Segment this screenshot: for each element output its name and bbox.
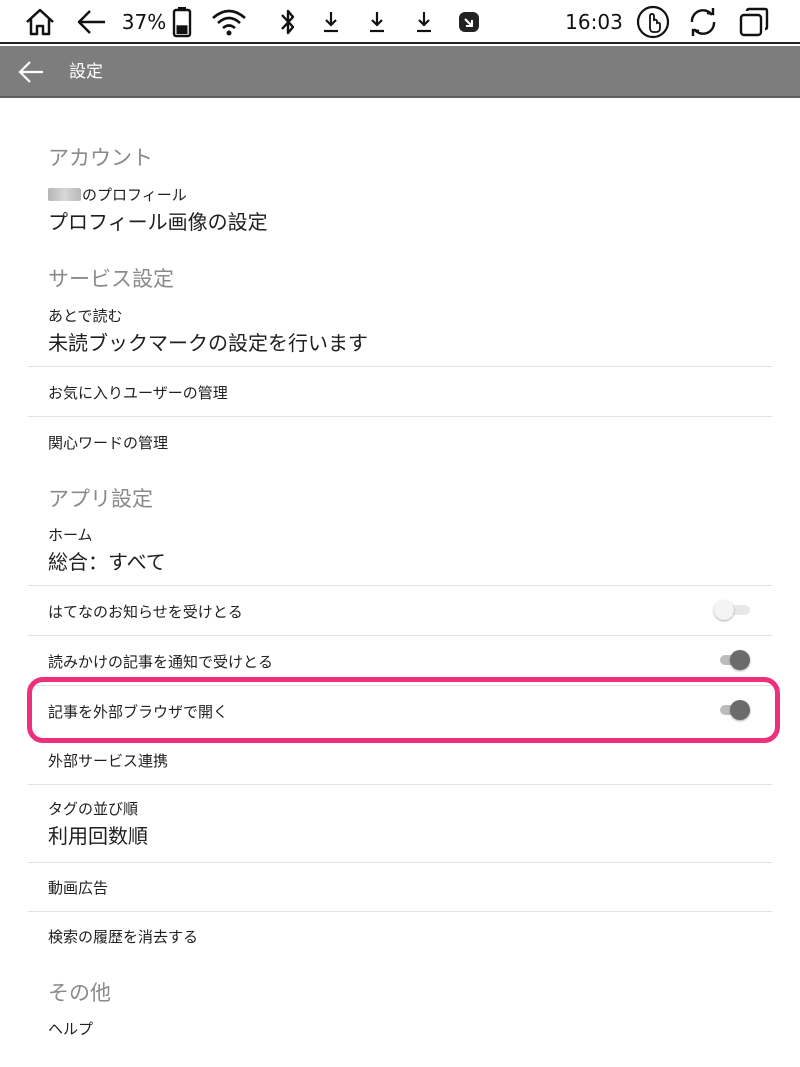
- pref-read-later-summary: 未読ブックマークの設定を行います: [48, 331, 368, 355]
- home-icon[interactable]: [20, 0, 60, 44]
- pref-interest-words-label: 関心ワードの管理: [48, 434, 169, 452]
- pref-read-later[interactable]: あとで読む 未読ブックマークの設定を行います: [0, 298, 800, 366]
- pref-clear-history[interactable]: 検索の履歴を消去する: [0, 912, 800, 962]
- switch-thumb: [730, 650, 750, 670]
- wifi-icon: [207, 0, 251, 44]
- pref-read-later-title: あとで読む: [48, 307, 123, 325]
- pref-profile-title-text: のプロフィール: [82, 186, 187, 204]
- pref-tag-order-title: タグの並び順: [48, 800, 139, 818]
- clock: 16:03: [565, 10, 623, 34]
- switch-thumb: [714, 600, 734, 620]
- app-notification-icon: [456, 0, 482, 44]
- app-bar: 設定: [0, 46, 800, 98]
- highlight-frame: [27, 677, 780, 743]
- pref-home-title: ホーム: [48, 526, 93, 544]
- status-bar: 37% 16:03: [0, 0, 800, 44]
- pref-profile[interactable]: のプロフィール プロフィール画像の設定: [0, 176, 800, 238]
- pref-reading-notify-label: 読みかけの記事を通知で受けとる: [48, 653, 274, 671]
- download-icon: [412, 0, 436, 44]
- download-icon: [319, 0, 343, 44]
- section-header-other: その他: [48, 981, 111, 1005]
- back-arrow-icon[interactable]: [72, 0, 112, 44]
- pref-hatena-notice-label: はてなのお知らせを受けとる: [48, 603, 243, 621]
- sync-icon[interactable]: [683, 0, 723, 44]
- recent-apps-icon[interactable]: [734, 0, 774, 44]
- pref-tag-order-summary: 利用回数順: [48, 824, 148, 848]
- download-icon: [365, 0, 389, 44]
- arrow-back-icon: [18, 61, 43, 83]
- pref-clear-history-label: 検索の履歴を消去する: [48, 928, 199, 946]
- pref-external-services-label: 外部サービス連携: [48, 752, 169, 770]
- pref-tag-order[interactable]: タグの並び順 利用回数順: [0, 785, 800, 862]
- bluetooth-icon: [276, 0, 300, 44]
- pref-favorite-users[interactable]: お気に入りユーザーの管理: [0, 367, 800, 416]
- section-header-service: サービス設定: [48, 267, 174, 291]
- section-header-app: アプリ設定: [48, 487, 153, 511]
- pref-video-ads[interactable]: 動画広告: [0, 863, 800, 911]
- pref-home[interactable]: ホーム 総合：すべて: [0, 517, 800, 585]
- back-button[interactable]: [10, 52, 52, 92]
- pref-profile-summary: プロフィール画像の設定: [48, 210, 268, 234]
- pref-home-summary: 総合：すべて: [48, 550, 166, 574]
- page-title: 設定: [69, 62, 103, 82]
- blurred-username: [48, 188, 81, 201]
- pref-video-ads-label: 動画広告: [48, 879, 109, 897]
- pref-external-services[interactable]: 外部サービス連携: [0, 736, 800, 784]
- pref-help[interactable]: ヘルプ: [0, 1006, 800, 1052]
- battery-icon: [169, 0, 195, 44]
- reading-notify-switch[interactable]: [720, 650, 750, 670]
- pref-help-label: ヘルプ: [48, 1020, 94, 1038]
- pref-profile-title: のプロフィール: [48, 184, 187, 205]
- touch-icon[interactable]: [633, 0, 673, 44]
- hatena-notice-switch[interactable]: [714, 600, 750, 620]
- pref-interest-words[interactable]: 関心ワードの管理: [0, 417, 800, 467]
- pref-hatena-notice[interactable]: はてなのお知らせを受けとる: [0, 586, 800, 635]
- section-header-account: アカウント: [48, 146, 153, 170]
- battery-percent: 37%: [121, 10, 167, 34]
- pref-favorite-users-label: お気に入りユーザーの管理: [48, 384, 228, 402]
